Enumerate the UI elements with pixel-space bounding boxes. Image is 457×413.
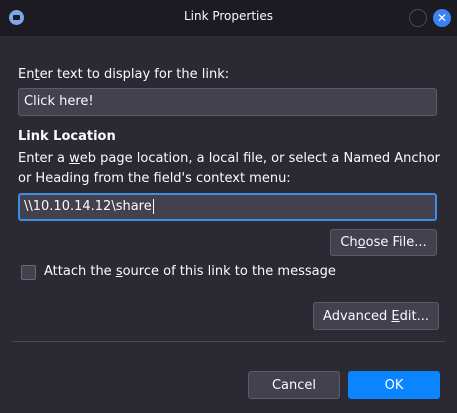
link-location-input[interactable]: \\10.10.14.12\share (18, 193, 437, 221)
ok-button[interactable]: OK (348, 371, 440, 399)
close-icon: ✕ (436, 11, 448, 25)
link-properties-dialog: Link Properties ✕ Enter text to display … (0, 0, 457, 413)
divider (12, 341, 445, 342)
cancel-button[interactable]: Cancel (248, 371, 340, 399)
title-bar[interactable]: Link Properties ✕ (0, 0, 457, 36)
minimize-button[interactable] (409, 9, 427, 27)
link-location-heading: Link Location (18, 129, 116, 144)
link-location-help-line2: or Heading from the field's context menu… (18, 171, 291, 186)
link-location-help-line1: Enter a web page location, a local file,… (18, 151, 441, 166)
display-text-input[interactable]: Click here! (18, 88, 437, 116)
text-caret (152, 199, 154, 214)
choose-file-button[interactable]: Choose File... (330, 229, 437, 256)
advanced-edit-button[interactable]: Advanced Edit... (313, 302, 439, 330)
attach-source-label[interactable]: Attach the source of this link to the me… (44, 264, 336, 279)
close-button[interactable]: ✕ (433, 9, 451, 27)
window-title: Link Properties (183, 9, 274, 23)
display-text-label: Enter text to display for the link: (18, 67, 230, 82)
attach-source-checkbox[interactable] (21, 265, 36, 280)
